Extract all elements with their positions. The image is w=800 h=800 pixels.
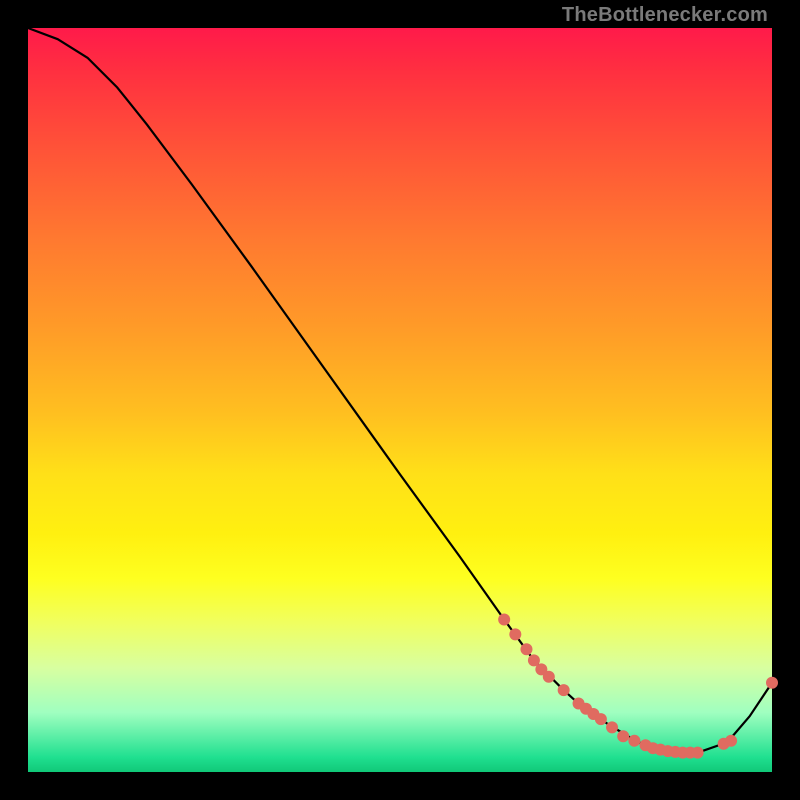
chart-svg	[28, 28, 772, 772]
marker-point	[543, 671, 555, 683]
marker-point	[595, 713, 607, 725]
marker-point	[520, 643, 532, 655]
chart-canvas: TheBottlenecker.com	[0, 0, 800, 800]
marker-point	[606, 721, 618, 733]
plot-area	[28, 28, 772, 772]
marker-point	[766, 677, 778, 689]
highlighted-points	[498, 613, 778, 758]
marker-point	[617, 730, 629, 742]
marker-point	[498, 613, 510, 625]
marker-point	[692, 747, 704, 759]
marker-point	[558, 684, 570, 696]
bottleneck-curve	[28, 28, 772, 753]
watermark-text: TheBottlenecker.com	[562, 4, 768, 27]
marker-point	[509, 628, 521, 640]
marker-point	[628, 735, 640, 747]
marker-point	[725, 735, 737, 747]
